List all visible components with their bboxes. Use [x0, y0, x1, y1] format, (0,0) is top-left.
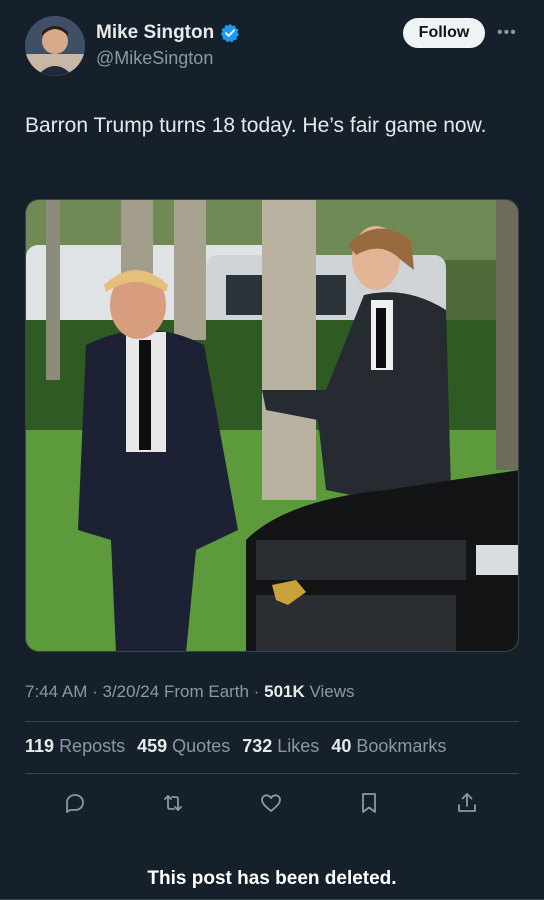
- handle[interactable]: @MikeSington: [96, 48, 213, 69]
- divider: [25, 721, 519, 722]
- likes-label: Likes: [277, 736, 320, 756]
- display-name[interactable]: Mike Sington: [96, 22, 214, 44]
- follow-button[interactable]: Follow: [403, 18, 485, 48]
- tweet-photo[interactable]: [25, 199, 519, 652]
- reposts-label: Reposts: [59, 736, 126, 756]
- tweet-date[interactable]: 3/20/24: [103, 682, 160, 701]
- engagement-stats: 119 Reposts 459 Quotes 732 Likes 40 Book…: [25, 736, 446, 757]
- quotes-label: Quotes: [172, 736, 231, 756]
- reposts-stat[interactable]: 119 Reposts: [25, 736, 125, 757]
- reposts-count: 119: [25, 736, 55, 756]
- share-icon[interactable]: [450, 786, 484, 820]
- tweet-text: Barron Trump turns 18 today. He’s fair g…: [25, 114, 487, 137]
- likes-count: 732: [242, 736, 273, 756]
- views-count: 501K: [264, 682, 305, 701]
- divider: [25, 773, 519, 774]
- tweet-source: From Earth: [163, 682, 249, 701]
- reply-icon[interactable]: [58, 786, 92, 820]
- tweet-meta: 7:44 AM · 3/20/24 From Earth · 501K View…: [25, 682, 355, 701]
- views-label: Views: [309, 682, 355, 701]
- action-bar: [25, 786, 519, 820]
- like-icon[interactable]: [254, 786, 288, 820]
- bookmarks-count: 40: [331, 736, 352, 756]
- bookmark-icon[interactable]: [352, 786, 386, 820]
- tweet-time[interactable]: 7:44 AM: [25, 682, 87, 701]
- bookmarks-label: Bookmarks: [356, 736, 447, 756]
- quotes-stat[interactable]: 459 Quotes: [137, 736, 230, 757]
- bookmarks-stat[interactable]: 40 Bookmarks: [331, 736, 446, 757]
- repost-icon[interactable]: [156, 786, 190, 820]
- tweet-header: Mike Sington @MikeSington Follow •••: [25, 14, 519, 78]
- likes-stat[interactable]: 732 Likes: [242, 736, 319, 757]
- quotes-count: 459: [137, 736, 168, 756]
- deleted-notice: This post has been deleted.: [0, 858, 544, 900]
- avatar[interactable]: [25, 16, 85, 76]
- more-options-icon[interactable]: •••: [497, 24, 517, 42]
- verified-badge-icon: [220, 23, 240, 43]
